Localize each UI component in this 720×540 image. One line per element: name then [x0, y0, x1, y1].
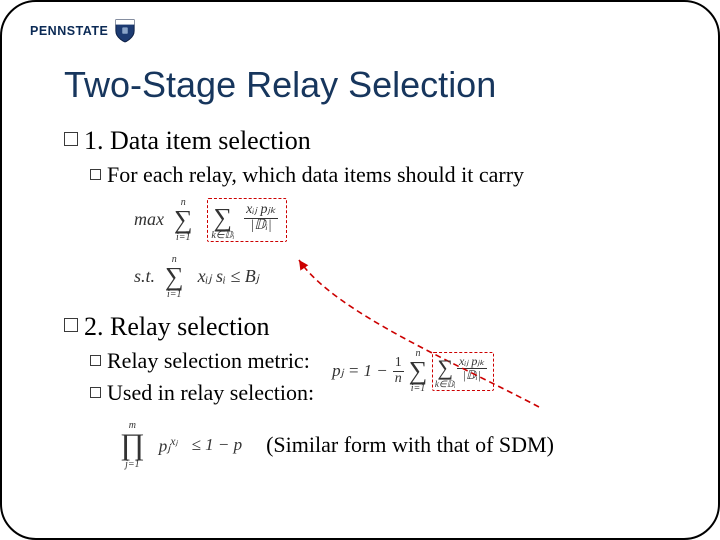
section2-heading: 2. Relay selection [84, 312, 270, 342]
shield-icon [114, 18, 136, 44]
sigma-icon: ∑ k∈𝔻ᵢ [437, 357, 453, 379]
metric-labels: Relay selection metric: Used in relay se… [64, 348, 314, 412]
fraction-1-over-n: 1 n [393, 356, 404, 386]
sigma-icon: ∑ k∈𝔻ᵢ [214, 205, 233, 231]
slide-title: Two-Stage Relay Selection [64, 64, 678, 106]
sigma-icon: ∑ n i=1 [409, 358, 428, 384]
bullet-icon [90, 169, 101, 180]
highlighted-term-1: ∑ k∈𝔻ᵢ xᵢⱼ pⱼₖ |𝔻ᵢ| [207, 198, 287, 242]
pennstate-logo: PENNSTATE [30, 18, 136, 44]
pi-icon: ∏ m j=1 [120, 430, 145, 460]
section1-sub1: For each relay, which data items should … [107, 162, 524, 188]
bullet-icon [64, 318, 78, 332]
bullet-icon [90, 355, 101, 366]
subbullet-2-1: Relay selection metric: [90, 348, 314, 374]
subbullet-1-1: For each relay, which data items should … [90, 162, 678, 188]
bullet-icon [90, 387, 101, 398]
slide-content: Two-Stage Relay Selection 1. Data item s… [64, 64, 678, 460]
metric-lhs: pⱼ = 1 − [332, 361, 388, 381]
section2-sub2: Used in relay selection: [107, 380, 314, 406]
section2-sub1: Relay selection metric: [107, 348, 310, 374]
eq-st-body: xᵢⱼ sᵢ ≤ Bⱼ [198, 267, 259, 287]
similar-note: (Similar form with that of SDM) [266, 432, 554, 458]
subbullet-2-2: Used in relay selection: [90, 380, 314, 406]
section1-heading: 1. Data item selection [84, 126, 311, 156]
logo-text: PENNSTATE [30, 24, 108, 38]
product-row: ∏ m j=1 pⱼxⱼ ≤ 1 − p (Similar form with … [120, 430, 678, 460]
section-1: 1. Data item selection For each relay, w… [64, 126, 678, 290]
section-2: 2. Relay selection Relay selection metri… [64, 312, 678, 460]
slide-frame: PENNSTATE Two-Stage Relay Selection 1. D… [0, 0, 720, 540]
equation-objective: max ∑ n i=1 ∑ k∈𝔻ᵢ xᵢⱼ pⱼₖ [134, 198, 678, 242]
equation-constraint: s.t. ∑ n i=1 xᵢⱼ sᵢ ≤ Bⱼ [134, 264, 678, 290]
bullet-2: 2. Relay selection [64, 312, 678, 342]
prod-body: pⱼxⱼ [159, 434, 178, 457]
eq-st: s.t. [134, 267, 155, 287]
sigma-icon: ∑ n i=1 [174, 207, 193, 233]
fraction: xᵢⱼ pⱼₖ |𝔻ᵢ| [457, 355, 487, 381]
equation-product: ∏ m j=1 pⱼxⱼ ≤ 1 − p [120, 430, 242, 460]
highlighted-term-2: ∑ k∈𝔻ᵢ xᵢⱼ pⱼₖ |𝔻ᵢ| [432, 352, 493, 390]
sigma-icon: ∑ n i=1 [165, 264, 184, 290]
bullet-1: 1. Data item selection [64, 126, 678, 156]
metric-row: Relay selection metric: Used in relay se… [64, 348, 678, 412]
equation-metric: pⱼ = 1 − 1 n ∑ n i=1 ∑ k∈𝔻ᵢ [332, 352, 493, 390]
bullet-icon [64, 132, 78, 146]
fraction: xᵢⱼ pⱼₖ |𝔻ᵢ| [244, 203, 278, 233]
eq-max: max [134, 210, 164, 230]
prod-rhs: ≤ 1 − p [192, 435, 243, 455]
